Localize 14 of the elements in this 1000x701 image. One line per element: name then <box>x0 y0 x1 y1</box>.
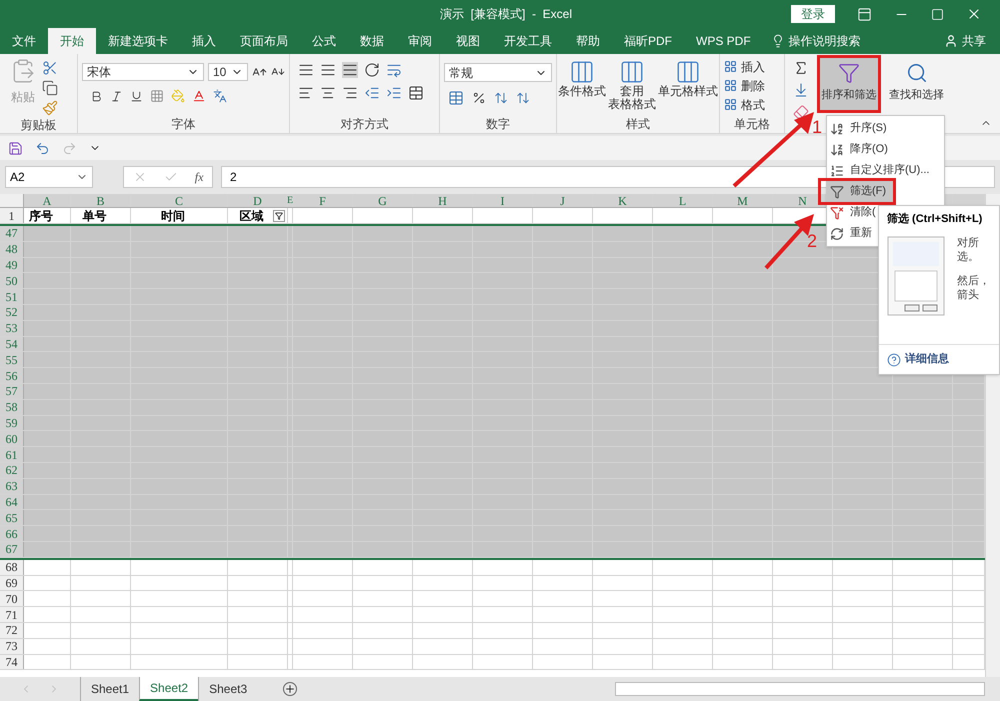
group-label: 单元格 <box>734 118 770 130</box>
step-number: 1 <box>812 118 822 136</box>
group-label: 数字 <box>486 118 510 130</box>
group-label: 剪贴板 <box>20 118 56 130</box>
group-label: 对齐方式 <box>340 118 388 130</box>
tooltip-text: 选。 <box>957 250 980 264</box>
group-label: 样式 <box>626 118 650 130</box>
tooltip-text: 箭头 <box>957 288 980 302</box>
tooltip-text: 对所 <box>957 236 980 250</box>
step-number: 2 <box>807 232 818 250</box>
tooltip-title: 筛选 (Ctrl+Shift+L) <box>886 212 984 227</box>
group-label: 字体 <box>172 118 196 130</box>
tooltip-text: 然后， <box>957 274 990 288</box>
window-title: 演示 [兼容模式] - Excel <box>440 6 572 23</box>
